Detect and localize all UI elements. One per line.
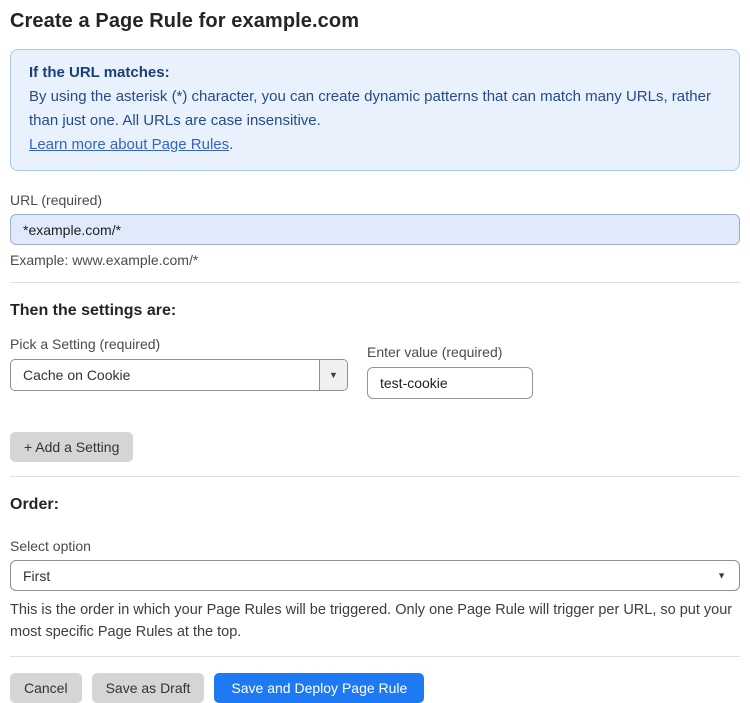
divider — [10, 476, 740, 477]
chevron-down-icon: ▼ — [329, 369, 338, 380]
order-helper-text: This is the order in which your Page Rul… — [10, 602, 733, 640]
link-suffix: . — [229, 136, 234, 153]
setting-dropdown-arrow-button[interactable]: ▼ — [319, 360, 347, 390]
url-matches-info-box: If the URL matches: By using the asteris… — [10, 49, 740, 171]
enter-value-label: Enter value (required) — [367, 344, 503, 360]
divider — [10, 282, 740, 283]
info-box-body: By using the asterisk (*) character, you… — [29, 88, 711, 129]
setting-dropdown[interactable]: Cache on Cookie ▼ — [10, 359, 348, 391]
setting-dropdown-value: Cache on Cookie — [23, 367, 131, 383]
setting-picker-column: Pick a Setting (required) Cache on Cooki… — [10, 336, 348, 399]
pick-setting-label: Pick a Setting (required) — [10, 336, 161, 352]
url-label: URL (required) — [10, 192, 103, 208]
settings-row: Pick a Setting (required) Cache on Cooki… — [10, 336, 740, 399]
save-and-deploy-button[interactable]: Save and Deploy Page Rule — [214, 673, 425, 703]
setting-value-input[interactable] — [367, 367, 533, 399]
learn-more-link[interactable]: Learn more about Page Rules — [29, 136, 229, 153]
chevron-down-icon: ▼ — [717, 570, 726, 580]
select-option-label: Select option — [10, 538, 91, 554]
divider — [10, 656, 740, 657]
save-as-draft-button[interactable]: Save as Draft — [91, 673, 205, 703]
page-title: Create a Page Rule for example.com — [10, 10, 360, 32]
settings-heading: Then the settings are: — [10, 302, 177, 319]
cancel-button[interactable]: Cancel — [10, 673, 82, 703]
info-box-heading: If the URL matches: — [29, 64, 170, 81]
setting-value-column: Enter value (required) — [367, 344, 533, 399]
page-rule-form: Create a Page Rule for example.com If th… — [0, 10, 750, 703]
order-select[interactable]: First ▼ — [10, 560, 740, 591]
add-setting-button[interactable]: + Add a Setting — [10, 432, 134, 462]
url-input[interactable] — [10, 214, 740, 245]
order-heading: Order: — [10, 496, 59, 513]
url-example-text: Example: www.example.com/* — [10, 252, 199, 268]
info-box-link-line: Learn more about Page Rules. — [29, 133, 721, 157]
footer-actions: Cancel Save as Draft Save and Deploy Pag… — [10, 673, 740, 703]
order-select-value: First — [23, 567, 51, 584]
